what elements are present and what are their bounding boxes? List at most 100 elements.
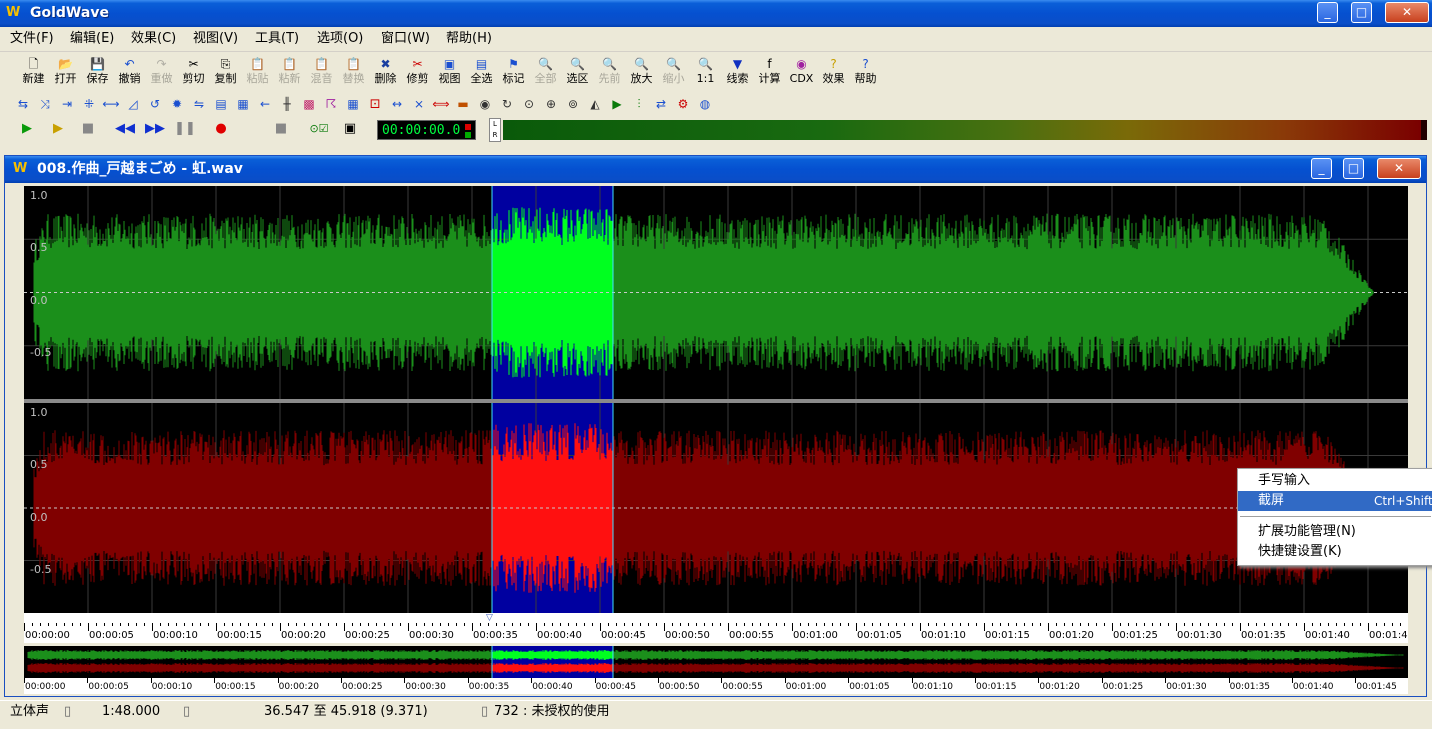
menu-effects[interactable]: 效果(C): [131, 31, 176, 47]
effect-icon-30[interactable]: ⇄: [652, 95, 670, 113]
pause-icon[interactable]: ❚❚: [172, 120, 198, 138]
menu-window[interactable]: 窗口(W): [381, 31, 430, 47]
context-item-shortcuts[interactable]: 快捷键设置(K): [1238, 542, 1432, 562]
effect-icon-13[interactable]: ╫: [278, 95, 296, 113]
effect-icon-12[interactable]: ←: [256, 95, 274, 113]
waveform-right-channel[interactable]: 1.0 0.5 0.0 -0.5: [24, 403, 1408, 613]
toolbar-button-paste[interactable]: 📋 粘贴: [242, 54, 273, 90]
effect-icon-16[interactable]: ▦: [344, 95, 362, 113]
record-stop-icon[interactable]: ■: [268, 120, 294, 138]
toolbar-button-zoom-1-1[interactable]: 🔍 1:1: [690, 54, 721, 90]
selection-start-marker-icon[interactable]: ▽: [486, 614, 493, 623]
effect-icon-28[interactable]: ▶: [608, 95, 626, 113]
overview-svg[interactable]: [24, 646, 1408, 678]
toolbar-button-redo[interactable]: ↷ 重做: [146, 54, 177, 90]
effect-icon-8[interactable]: ✹: [168, 95, 186, 113]
effect-icon-2[interactable]: ⤨: [36, 95, 54, 113]
toolbar-button-delete[interactable]: ✖ 删除: [370, 54, 401, 90]
toolbar-button-calc[interactable]: f 计算: [754, 54, 785, 90]
effect-icon-20[interactable]: ⟺: [432, 95, 450, 113]
toolbar-button-copy[interactable]: ⎘ 复制: [210, 54, 241, 90]
effect-icon-5[interactable]: ⟷: [102, 95, 120, 113]
effect-icon-4[interactable]: ⁜: [80, 95, 98, 113]
effect-icon-31[interactable]: ⚙: [674, 95, 692, 113]
doc-close-icon[interactable]: ✕: [1377, 158, 1421, 179]
play-icon[interactable]: ▶: [14, 120, 40, 138]
record-mode-icon[interactable]: ⊙☑: [306, 120, 332, 138]
toolbar-button-open-folder[interactable]: 📂 打开: [50, 54, 81, 90]
menu-help[interactable]: 帮助(H): [446, 31, 492, 47]
maximize-icon[interactable]: □: [1351, 2, 1372, 23]
effect-icon-10[interactable]: ▤: [212, 95, 230, 113]
effect-icon-18[interactable]: ↔: [388, 95, 406, 113]
effect-icon-3[interactable]: ⇥: [58, 95, 76, 113]
effect-icon-6[interactable]: ◿: [124, 95, 142, 113]
waveform-left-channel[interactable]: 1.0 0.5 0.0 -0.5: [24, 186, 1408, 399]
time-ruler[interactable]: 00:00:00 00:00:05 00:00:10 00:00:15 00:00:20…: [24, 623, 1408, 643]
effect-icon-17[interactable]: ⚀: [366, 95, 384, 113]
effect-icon-14[interactable]: ▩: [300, 95, 318, 113]
toolbar-button-zoom-all[interactable]: 🔍 全部: [530, 54, 561, 90]
overview-waveform[interactable]: [24, 646, 1408, 678]
toolbar-button-cd[interactable]: ◉ CDX: [786, 54, 817, 90]
effect-icon-29[interactable]: ⫶: [630, 95, 648, 113]
effect-icon-1[interactable]: ⇆: [14, 95, 32, 113]
toolbar-button-view[interactable]: ▣ 视图: [434, 54, 465, 90]
effect-icon-15[interactable]: ☈: [322, 95, 340, 113]
effect-icon-11[interactable]: ▦: [234, 95, 252, 113]
doc-maximize-icon[interactable]: □: [1343, 158, 1364, 179]
waveform-right-svg[interactable]: [24, 403, 1408, 613]
play-selection-icon[interactable]: ▶: [45, 120, 71, 138]
waveform-left-svg[interactable]: [24, 186, 1408, 399]
doc-minimize-icon[interactable]: _: [1311, 158, 1332, 179]
effect-icon-7[interactable]: ↺: [146, 95, 164, 113]
ruler-minor-tick: [1312, 623, 1313, 626]
toolbar-button-paste-new[interactable]: 📋 粘新: [274, 54, 305, 90]
toolbar-button-cue[interactable]: ▼ 线索: [722, 54, 753, 90]
effect-icon-27[interactable]: ◭: [586, 95, 604, 113]
toolbar-button-undo[interactable]: ↶ 撤销: [114, 54, 145, 90]
toolbar-button-help[interactable]: ? 帮助: [850, 54, 881, 90]
toolbar-button-zoom-selection[interactable]: 🔍 选区: [562, 54, 593, 90]
toolbar-button-select-all[interactable]: ▤ 全选: [466, 54, 497, 90]
close-icon[interactable]: ✕: [1385, 2, 1429, 23]
stop-icon[interactable]: ■: [75, 120, 101, 138]
toolbar-button-trim[interactable]: ✂ 修剪: [402, 54, 433, 90]
context-item-handwriting[interactable]: 手写输入: [1238, 471, 1432, 491]
ruler-time-label: 00:00:10: [153, 630, 198, 641]
toolbar-button-replace[interactable]: 📋 替换: [338, 54, 369, 90]
toolbar-button-cut[interactable]: ✂ 剪切: [178, 54, 209, 90]
effect-icon-9[interactable]: ⇋: [190, 95, 208, 113]
toolbar-button-zoom-previous[interactable]: 🔍 先前: [594, 54, 625, 90]
context-item-screenshot[interactable]: 截屏 Ctrl+Shift+: [1238, 491, 1432, 511]
effect-icon-19[interactable]: ⨯: [410, 95, 428, 113]
toolbar-button-save[interactable]: 💾 保存: [82, 54, 113, 90]
ruler-minor-tick: [568, 623, 569, 626]
effect-icon-22[interactable]: ◉: [476, 95, 494, 113]
menu-options[interactable]: 选项(O): [317, 31, 363, 47]
record-icon[interactable]: ●: [208, 120, 234, 138]
effect-icon-21[interactable]: ▬: [454, 95, 472, 113]
effect-icon-24[interactable]: ⊙: [520, 95, 538, 113]
toolbar-button-zoom-in[interactable]: 🔍 放大: [626, 54, 657, 90]
menu-file[interactable]: 文件(F): [10, 31, 54, 47]
context-item-extensions[interactable]: 扩展功能管理(N): [1238, 522, 1432, 542]
toolbar-button-new-file[interactable]: 🗋 新建: [18, 54, 49, 90]
effect-icon-32[interactable]: ◍: [696, 95, 714, 113]
effect-icon-23[interactable]: ↻: [498, 95, 516, 113]
toolbar-button-mix[interactable]: 📋 混音: [306, 54, 337, 90]
toolbar-button-marker[interactable]: ⚑ 标记: [498, 54, 529, 90]
ruler-minor-tick: [272, 623, 273, 626]
effect-icon-26[interactable]: ⊚: [564, 95, 582, 113]
record-window-icon[interactable]: ▣: [337, 120, 363, 138]
fast-forward-icon[interactable]: ▶▶: [142, 120, 168, 138]
menu-edit[interactable]: 编辑(E): [70, 31, 114, 47]
rewind-icon[interactable]: ◀◀: [112, 120, 138, 138]
menu-view[interactable]: 视图(V): [193, 31, 238, 47]
toolbar-button-zoom-out[interactable]: 🔍 缩小: [658, 54, 689, 90]
minimize-icon[interactable]: _: [1317, 2, 1338, 23]
menu-tools[interactable]: 工具(T): [255, 31, 299, 47]
toolbar-button-effects[interactable]: ? 效果: [818, 54, 849, 90]
effect-icon-25[interactable]: ⊕: [542, 95, 560, 113]
overview-time-ruler[interactable]: 00:00:00 00:00:05 00:00:10 00:00:15 00:00:20…: [24, 678, 1408, 694]
